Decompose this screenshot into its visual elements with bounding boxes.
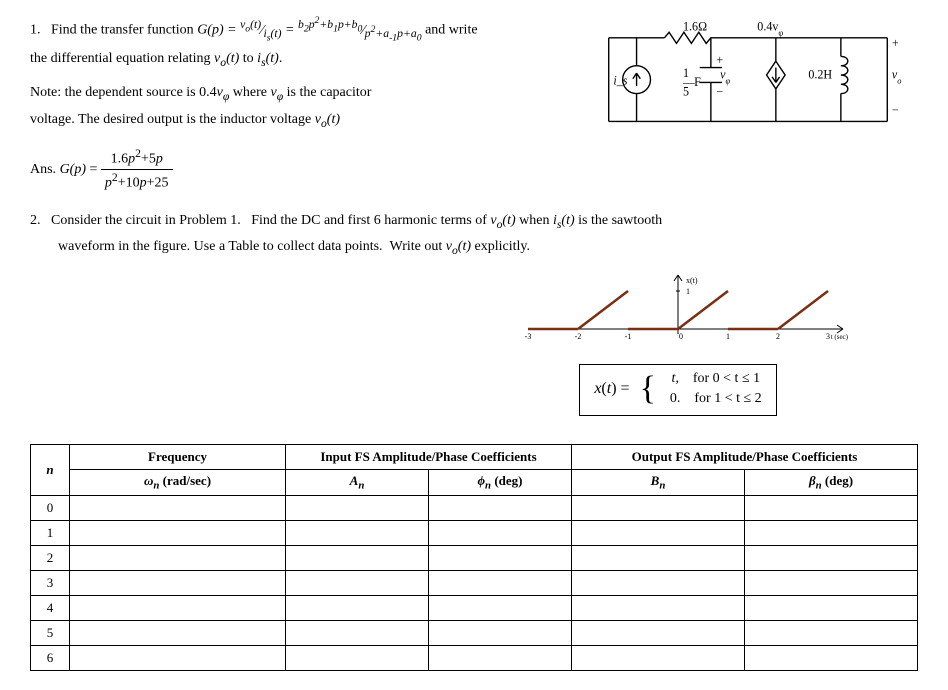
circuit-vo-plus: + [892, 36, 899, 50]
table-row: 4 [31, 595, 918, 620]
piecewise-box: x(t) = { t, for 0 < t ≤ 1 0. for 1 < t ≤… [579, 364, 776, 416]
circuit-vo-minus: − [892, 103, 899, 117]
circuit-l-label: 0.2H [808, 68, 832, 82]
table-row: 5 [31, 620, 918, 645]
th-freq: Frequency [70, 445, 286, 470]
sawtooth-figure: -3 -2 -1 0 1 2 3 x(t) 1 t (sec) x(t) = {… [518, 269, 858, 416]
th-ben: βn (deg) [745, 470, 918, 496]
circuit-vphi-minus: − [716, 84, 723, 98]
p2-line2: waveform in the figure. Use a Table to c… [58, 237, 918, 259]
th-An: An [286, 470, 429, 496]
p2-line1: 2. Consider the circuit in Problem 1. Fi… [58, 211, 918, 233]
p1-eq1: G(p) = vo(t)⁄is(t) = b2p2+b1p+b0⁄p2+a-1p… [197, 23, 421, 38]
p1-line1: 1. Find the transfer function G(p) = vo(… [30, 14, 548, 45]
table-row: 0 [31, 495, 918, 520]
tick-2: 2 [776, 332, 780, 341]
pw-r2-l: 0. [670, 391, 681, 406]
ylabel: x(t) [686, 276, 698, 285]
tick--1: -1 [625, 332, 632, 341]
table-row: 1 [31, 520, 918, 545]
xlabel: t (sec) [831, 333, 849, 341]
tick-3: 3 [826, 332, 830, 341]
th-phin: ϕn (deg) [429, 470, 572, 496]
table-row: 6 [31, 645, 918, 670]
th-in: Input FS Amplitude/Phase Coefficients [286, 445, 572, 470]
th-Bn: Bn [572, 470, 745, 496]
coefficients-table: n Frequency Input FS Amplitude/Phase Coe… [30, 444, 918, 671]
circuit-diagram: 1.6Ω i_s 1 ── 5 F + vφ − 0.4vφ 0.2H + vo… [578, 10, 918, 197]
table-row: 3 [31, 570, 918, 595]
th-wn: ωn (rad/sec) [70, 470, 286, 496]
circuit-vphi-plus: + [716, 53, 723, 67]
tick--3: -3 [525, 332, 532, 341]
brace-icon: { [640, 372, 656, 406]
p1-line1b: and write [425, 23, 477, 38]
p1-ans: Ans. G(p) = 1.6p2+5pp2+10p+25 [30, 146, 548, 194]
circuit-c-label: 1 [683, 66, 689, 80]
p1-note1: Note: the dependent source is 0.4vφ wher… [30, 83, 548, 105]
pw-r1-r: for 0 < t ≤ 1 [693, 371, 760, 386]
circuit-c-F: F [694, 75, 701, 89]
th-out: Output FS Amplitude/Phase Coefficients [572, 445, 918, 470]
circuit-c-label3: 5 [683, 84, 689, 98]
tick-0: 0 [679, 332, 683, 341]
circuit-src-label: i_s [613, 73, 627, 87]
piecewise-lhs: x(t) = [594, 380, 629, 398]
pw-r1-l: t, [671, 371, 678, 386]
circuit-r-label: 1.6Ω [683, 19, 707, 33]
tick-1: 1 [726, 332, 730, 341]
p1-note2: voltage. The desired output is the induc… [30, 110, 548, 132]
p1-line2: the differential equation relating vo(t)… [30, 49, 548, 71]
circuit-vo: vo [892, 68, 902, 85]
pw-r2-r: for 1 < t ≤ 2 [694, 391, 761, 406]
tick--2: -2 [575, 332, 582, 341]
circuit-dep-label: 0.4vφ [757, 19, 783, 37]
p1-line1a: 1. Find the transfer function [30, 23, 197, 38]
th-n: n [31, 445, 70, 496]
table-row: 2 [31, 545, 918, 570]
ymax: 1 [686, 287, 690, 296]
